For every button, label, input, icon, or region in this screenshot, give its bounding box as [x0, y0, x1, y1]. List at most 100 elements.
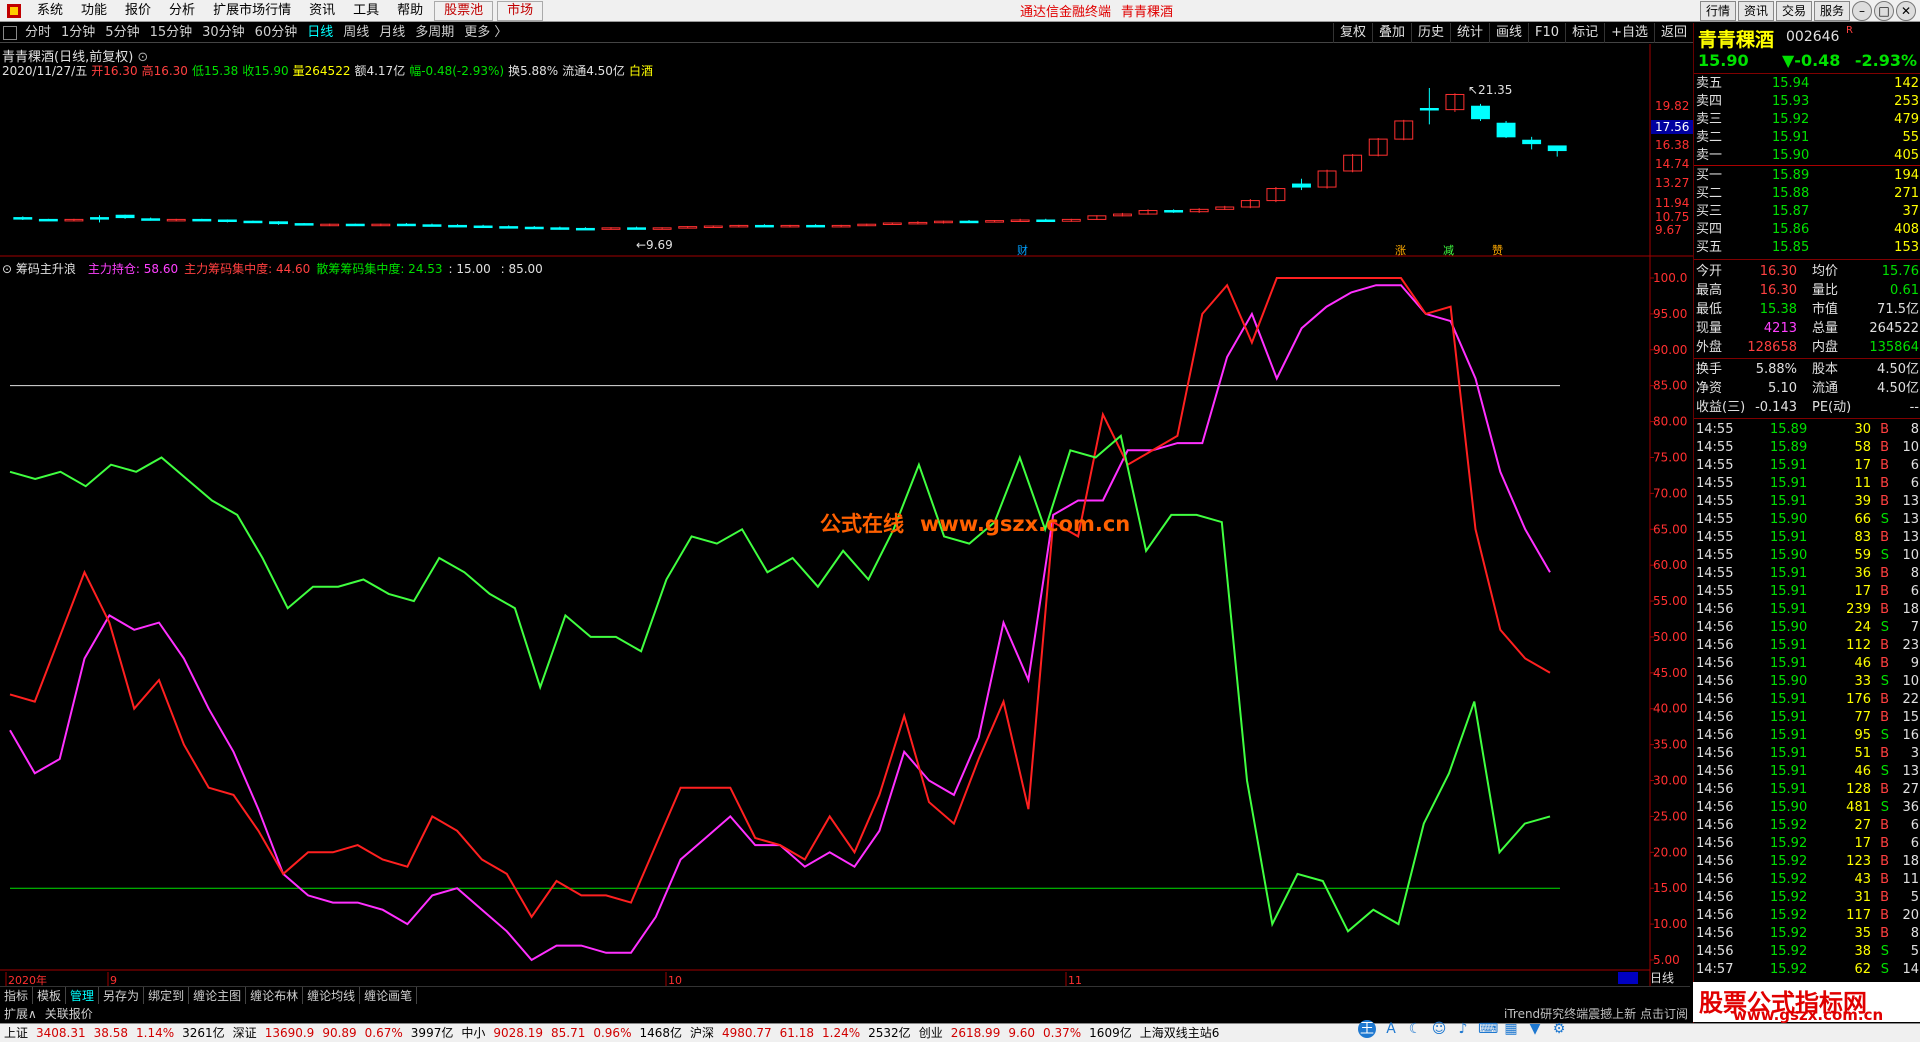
tool-button[interactable]: 统计 — [1450, 23, 1489, 43]
grid-icon[interactable]: ▦ — [1502, 1020, 1520, 1038]
tick-price: 15.91 — [1770, 728, 1808, 743]
bottom-tab[interactable]: 缠论主图 — [189, 987, 247, 1004]
event-marker[interactable]: 涨 — [1395, 244, 1406, 257]
top-right-button[interactable]: 服务 — [1813, 1, 1850, 21]
menu-red-item[interactable]: 市场 — [497, 0, 544, 21]
buy-level-row[interactable]: 买三 15.87 37 — [1694, 203, 1920, 221]
tool-button[interactable]: 画线 — [1489, 23, 1528, 43]
stat-label: 最高 — [1696, 283, 1723, 298]
shirt-icon[interactable]: ▼ — [1526, 1020, 1544, 1038]
bottom-tab[interactable]: 指标 — [0, 987, 34, 1004]
period-tab[interactable]: 周线 — [338, 23, 374, 43]
price-axis-label: 14.74 — [1655, 157, 1689, 171]
kline-sector[interactable]: 白酒 — [629, 64, 653, 78]
tick-time: 14:56 — [1696, 890, 1734, 905]
mic-icon[interactable]: ♪ — [1454, 1020, 1472, 1038]
period-tab[interactable]: 1分钟 — [56, 23, 100, 43]
tool-button[interactable]: F10 — [1528, 23, 1565, 43]
menu-item[interactable]: 工具 — [344, 0, 388, 22]
tool-button[interactable]: 历史 — [1410, 23, 1450, 43]
smile-icon[interactable]: ☺ — [1430, 1020, 1448, 1038]
period-tab[interactable]: 月线 — [374, 23, 410, 43]
tool-button[interactable]: 标记 — [1565, 23, 1604, 43]
close-icon[interactable]: ✕ — [1896, 1, 1916, 21]
retail-concentration-line — [9, 434, 1551, 933]
tick-row: 14:55 15.89 30 B 8 — [1694, 421, 1920, 439]
period-tab[interactable]: 15分钟 — [145, 23, 198, 43]
tool-button[interactable]: +自选 — [1604, 23, 1654, 43]
font-icon[interactable]: A — [1382, 1020, 1400, 1038]
menu-red-item[interactable]: 股票池 — [434, 0, 494, 21]
menu-item[interactable]: 分析 — [160, 0, 204, 22]
bottom-tab[interactable]: 模板 — [33, 987, 67, 1004]
king-icon[interactable]: 王 — [1358, 1020, 1376, 1038]
price-axis-label: 19.82 — [1655, 99, 1689, 113]
indicator-name[interactable]: ⊙ 筹码主升浪 — [2, 262, 82, 276]
tool-button[interactable]: 叠加 — [1371, 23, 1411, 43]
stat-row: 最高 16.30 量比 0.61 — [1694, 282, 1920, 300]
menu-item[interactable]: 帮助 — [388, 0, 432, 22]
top-right-button[interactable]: 资讯 — [1737, 1, 1774, 21]
tick-time: 14:56 — [1696, 728, 1734, 743]
period-tab[interactable]: 5分钟 — [100, 23, 144, 43]
candle-body — [141, 218, 161, 221]
tick-time: 14:55 — [1696, 422, 1734, 437]
top-right-button[interactable]: 行情 — [1699, 1, 1736, 21]
stat-row: 最低 15.38 市值 71.5亿 — [1694, 301, 1920, 319]
period-tab[interactable]: 分时 — [20, 23, 56, 43]
period-tab[interactable]: 多周期 — [410, 23, 459, 43]
expand-item[interactable]: 扩展∧ — [0, 1005, 41, 1022]
top-right-button[interactable]: 交易 — [1775, 1, 1812, 21]
event-marker[interactable]: 减 — [1443, 244, 1454, 257]
menu-item[interactable]: 系统 — [28, 0, 72, 22]
tick-count: 9 — [1910, 656, 1919, 671]
app-logo-icon[interactable] — [4, 2, 24, 20]
panel-toggle-icon[interactable] — [3, 25, 17, 40]
tick-side: B — [1880, 494, 1889, 509]
buy-level-row[interactable]: 买一 15.89 194 — [1694, 167, 1920, 185]
period-tab[interactable]: 日线 — [302, 23, 338, 43]
sell-level-row[interactable]: 卖一 15.90 405 — [1694, 147, 1920, 165]
period-tab[interactable]: 更多 〉 — [459, 23, 512, 43]
tool-button[interactable]: 返回 — [1653, 23, 1693, 43]
gear-icon[interactable]: ⚙ — [1550, 1020, 1568, 1038]
candle-body — [192, 218, 212, 222]
event-marker[interactable]: 赞 — [1492, 244, 1503, 257]
tick-price: 15.92 — [1770, 854, 1808, 869]
menu-item[interactable]: 资讯 — [300, 0, 344, 22]
tick-side: S — [1880, 764, 1889, 779]
bottom-tab[interactable]: 缠论画笔 — [360, 987, 418, 1004]
bottom-tab[interactable]: 另存为 — [99, 987, 145, 1004]
sell-level-row[interactable]: 卖二 15.91 55 — [1694, 129, 1920, 147]
day-line-label[interactable]: 日线 — [1650, 969, 1674, 986]
bottom-tab[interactable]: 管理 — [66, 987, 100, 1004]
expand-item[interactable]: 关联报价 — [41, 1005, 97, 1022]
bottom-tab[interactable]: 缠论布林 — [246, 987, 304, 1004]
keyboard-icon[interactable]: ⌨ — [1478, 1020, 1498, 1038]
menu-item[interactable]: 扩展市场行情 — [204, 0, 300, 22]
event-marker[interactable]: 财 — [1017, 243, 1028, 257]
tick-time: 14:56 — [1696, 692, 1734, 707]
period-tab[interactable]: 60分钟 — [250, 23, 303, 43]
tick-side: B — [1880, 872, 1889, 887]
bottom-tab[interactable]: 绑定到 — [144, 987, 190, 1004]
tick-price: 15.91 — [1770, 494, 1808, 509]
menu-item[interactable]: 功能 — [72, 0, 116, 22]
menu-item[interactable]: 报价 — [116, 0, 160, 22]
sell-level-row[interactable]: 卖四 15.93 253 — [1694, 93, 1920, 111]
sell-level-row[interactable]: 卖三 15.92 479 — [1694, 111, 1920, 129]
buy-level-row[interactable]: 买五 15.85 153 — [1694, 239, 1920, 257]
tick-count: 8 — [1910, 566, 1919, 581]
buy-level-row[interactable]: 买二 15.88 271 — [1694, 185, 1920, 203]
sell-level-row[interactable]: 卖五 15.94 142 — [1694, 75, 1920, 93]
bottom-tab[interactable]: 缠论均线 — [303, 987, 361, 1004]
scroll-indicator[interactable] — [1618, 972, 1638, 984]
tick-count: 23 — [1902, 638, 1919, 653]
maximize-icon[interactable]: □ — [1874, 1, 1894, 21]
minimize-icon[interactable]: – — [1852, 1, 1872, 21]
period-tab[interactable]: 30分钟 — [197, 23, 250, 43]
moon-icon[interactable]: ☾ — [1406, 1020, 1424, 1038]
tick-time: 14:56 — [1696, 710, 1734, 725]
tool-button[interactable]: 复权 — [1332, 23, 1372, 43]
buy-level-row[interactable]: 买四 15.86 408 — [1694, 221, 1920, 239]
